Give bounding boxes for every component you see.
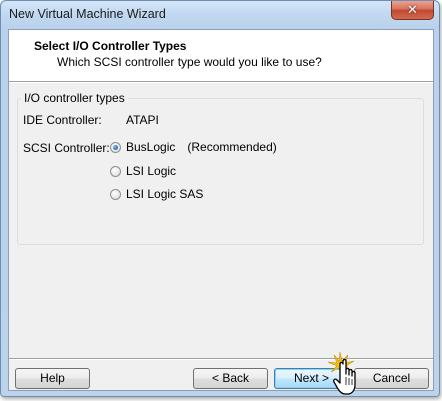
- radio-label-buslogic: BusLogic: [126, 140, 176, 154]
- page-subtitle: Which SCSI controller type would you lik…: [57, 55, 322, 69]
- title-bar[interactable]: New Virtual Machine Wizard ✕: [1, 1, 439, 29]
- radio-button[interactable]: [110, 165, 121, 177]
- page-title: Select I/O Controller Types: [34, 39, 187, 53]
- recommended-note: (Recommended): [187, 140, 277, 154]
- radio-lsi-logic[interactable]: LSI Logic: [110, 163, 176, 179]
- radio-buslogic[interactable]: BusLogic (Recommended): [110, 139, 277, 155]
- close-icon: ✕: [407, 2, 418, 17]
- ide-controller-value: ATAPI: [126, 113, 159, 127]
- dialog-body: Select I/O Controller Types Which SCSI c…: [8, 29, 434, 391]
- hand-pointer-icon: [333, 358, 356, 395]
- header-divider: [9, 82, 433, 83]
- ide-controller-label: IDE Controller:: [23, 113, 102, 127]
- back-button[interactable]: < Back: [193, 368, 268, 389]
- footer-divider-highlight: [9, 359, 433, 360]
- wizard-header: Select I/O Controller Types Which SCSI c…: [9, 30, 433, 82]
- radio-button[interactable]: [110, 188, 121, 200]
- radio-lsi-logic-sas[interactable]: LSI Logic SAS: [110, 186, 203, 202]
- group-label: I/O controller types: [21, 91, 128, 105]
- scsi-controller-label: SCSI Controller:: [23, 141, 110, 155]
- radio-label-lsi-logic-sas: LSI Logic SAS: [126, 187, 204, 201]
- window-title: New Virtual Machine Wizard: [9, 7, 166, 21]
- close-button[interactable]: ✕: [391, 1, 434, 20]
- radio-button-checked[interactable]: [110, 141, 121, 153]
- pointer-overlay: [328, 352, 368, 398]
- wizard-window: New Virtual Machine Wizard ✕ Select I/O …: [0, 0, 440, 397]
- radio-label-lsi-logic: LSI Logic: [126, 164, 177, 178]
- help-button[interactable]: Help: [15, 368, 90, 389]
